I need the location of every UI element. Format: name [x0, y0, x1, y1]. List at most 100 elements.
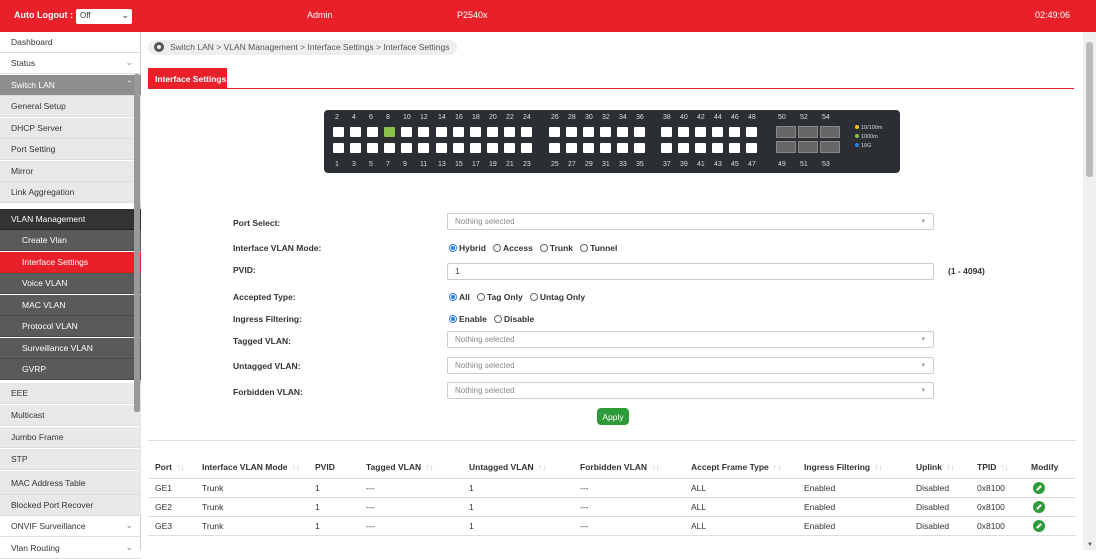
ethernet-port[interactable] — [600, 127, 611, 137]
sidebar-item-mirror[interactable]: Mirror — [0, 161, 141, 182]
sidebar-item-onvif-surveillance[interactable]: ONVIF Surveillance ⌄ — [0, 516, 141, 537]
ethernet-port[interactable] — [566, 127, 577, 137]
edit-icon[interactable] — [1033, 482, 1045, 494]
scrollbar-thumb[interactable] — [1086, 42, 1093, 177]
ethernet-port[interactable] — [712, 127, 723, 137]
scroll-down-icon[interactable]: ▼ — [1087, 542, 1093, 548]
sidebar-item-multicast[interactable]: Multicast — [0, 405, 141, 426]
auto-logout-select[interactable]: Off ⌄ — [76, 9, 132, 24]
ethernet-port[interactable] — [333, 127, 344, 137]
ethernet-port[interactable] — [384, 143, 395, 153]
sidebar-item-gvrp[interactable]: GVRP — [0, 359, 141, 380]
apply-button[interactable]: Apply — [597, 408, 629, 425]
ethernet-port[interactable] — [504, 127, 515, 137]
ethernet-port[interactable] — [746, 127, 757, 137]
sidebar-item-voice-vlan[interactable]: Voice VLAN — [0, 273, 141, 294]
sidebar-item-mac-address-table[interactable]: MAC Address Table — [0, 471, 141, 495]
edit-icon[interactable] — [1033, 501, 1045, 513]
sfp-port[interactable] — [820, 141, 840, 153]
ethernet-port[interactable] — [746, 143, 757, 153]
sort-icon[interactable]: ↑↓ — [1000, 462, 1009, 472]
sort-icon[interactable]: ↑↓ — [538, 462, 547, 472]
column-header[interactable]: Untagged VLAN ↑↓ — [469, 462, 546, 472]
ethernet-port[interactable] — [470, 143, 481, 153]
edit-icon[interactable] — [1033, 520, 1045, 532]
ethernet-port[interactable] — [695, 143, 706, 153]
ethernet-port[interactable] — [521, 143, 532, 153]
untag-only-radio[interactable] — [529, 293, 538, 301]
ethernet-port[interactable] — [583, 143, 594, 153]
hybrid-radio[interactable] — [449, 244, 457, 252]
column-header[interactable]: Ingress Filtering ↑↓ — [804, 462, 883, 472]
column-header[interactable]: PVID — [315, 462, 335, 472]
disable-radio[interactable] — [493, 315, 502, 323]
ethernet-port[interactable] — [436, 143, 447, 153]
ethernet-port[interactable] — [617, 143, 628, 153]
all-radio[interactable] — [449, 293, 457, 301]
sort-icon[interactable]: ↑↓ — [176, 462, 185, 472]
sidebar-scrollbar[interactable] — [134, 74, 140, 412]
sidebar-item-dhcp-server[interactable]: DHCP Server — [0, 118, 141, 139]
trunk-radio[interactable] — [539, 244, 548, 252]
sidebar-item-port-setting[interactable]: Port Setting — [0, 139, 141, 160]
pvid-input[interactable]: 1 — [447, 263, 934, 280]
ethernet-port[interactable] — [661, 127, 672, 137]
sort-icon[interactable]: ↑↓ — [946, 462, 955, 472]
ethernet-port[interactable] — [504, 143, 515, 153]
sidebar-item-vlan-management[interactable]: VLAN Management — [0, 209, 141, 230]
sidebar-item-switch-lan[interactable]: Switch LAN ⌃ — [0, 75, 141, 96]
sfp-port[interactable] — [776, 141, 796, 153]
sidebar-item-jumbo-frame[interactable]: Jumbo Frame — [0, 427, 141, 448]
ethernet-port[interactable] — [453, 127, 464, 137]
sidebar-item-eee[interactable]: EEE — [0, 383, 141, 404]
ethernet-port[interactable] — [384, 127, 395, 137]
ethernet-port[interactable] — [678, 143, 689, 153]
column-header[interactable]: Tagged VLAN ↑↓ — [366, 462, 434, 472]
tab-interface-settings[interactable]: Interface Settings — [148, 68, 227, 88]
ethernet-port[interactable] — [418, 127, 429, 137]
tunnel-radio[interactable] — [580, 244, 589, 252]
ethernet-port[interactable] — [401, 127, 412, 137]
ethernet-port[interactable] — [470, 127, 481, 137]
tagged-vlan-dropdown[interactable]: Nothing selected ▾ — [447, 331, 934, 348]
sidebar-item-blocked-port-recover[interactable]: Blocked Port Recover — [0, 495, 141, 516]
sidebar-item-dashboard[interactable]: Dashboard — [0, 32, 141, 53]
sidebar-item-create-vlan[interactable]: Create Vlan — [0, 230, 141, 251]
page-scrollbar[interactable]: ▼ — [1083, 32, 1096, 550]
ethernet-port[interactable] — [487, 143, 498, 153]
ethernet-port[interactable] — [729, 127, 740, 137]
ethernet-port[interactable] — [436, 127, 447, 137]
sfp-port[interactable] — [798, 126, 818, 138]
ethernet-port[interactable] — [333, 143, 344, 153]
sort-icon[interactable]: ↑↓ — [874, 462, 883, 472]
column-header[interactable]: Modify — [1031, 462, 1058, 472]
ethernet-port[interactable] — [418, 143, 429, 153]
ethernet-port[interactable] — [634, 143, 645, 153]
sidebar-item-stp[interactable]: STP — [0, 449, 141, 470]
ethernet-port[interactable] — [566, 143, 577, 153]
untagged-vlan-dropdown[interactable]: Nothing selected ▾ — [447, 357, 934, 374]
sort-icon[interactable]: ↑↓ — [292, 462, 301, 472]
column-header[interactable]: TPID ↑↓ — [977, 462, 1009, 472]
sidebar-item-vlan-routing[interactable]: Vlan Routing ⌄ — [0, 538, 141, 559]
sfp-port[interactable] — [798, 141, 818, 153]
ethernet-port[interactable] — [729, 143, 740, 153]
sidebar-item-link-aggregation[interactable]: Link Aggregation — [0, 182, 141, 203]
ethernet-port[interactable] — [367, 127, 378, 137]
ethernet-port[interactable] — [549, 127, 560, 137]
column-header[interactable]: Port ↑↓ — [155, 462, 185, 472]
sfp-port[interactable] — [820, 126, 840, 138]
ethernet-port[interactable] — [678, 127, 689, 137]
column-header[interactable]: Accept Frame Type ↑↓ — [691, 462, 781, 472]
column-header[interactable]: Forbidden VLAN ↑↓ — [580, 462, 660, 472]
ethernet-port[interactable] — [350, 143, 361, 153]
column-header[interactable]: Interface VLAN Mode ↑↓ — [202, 462, 300, 472]
column-header[interactable]: Uplink ↑↓ — [916, 462, 954, 472]
sort-icon[interactable]: ↑↓ — [773, 462, 782, 472]
ethernet-port[interactable] — [712, 143, 723, 153]
tag-only-radio[interactable] — [476, 293, 485, 301]
ethernet-port[interactable] — [634, 127, 645, 137]
ethernet-port[interactable] — [695, 127, 706, 137]
ethernet-port[interactable] — [453, 143, 464, 153]
ethernet-port[interactable] — [583, 127, 594, 137]
